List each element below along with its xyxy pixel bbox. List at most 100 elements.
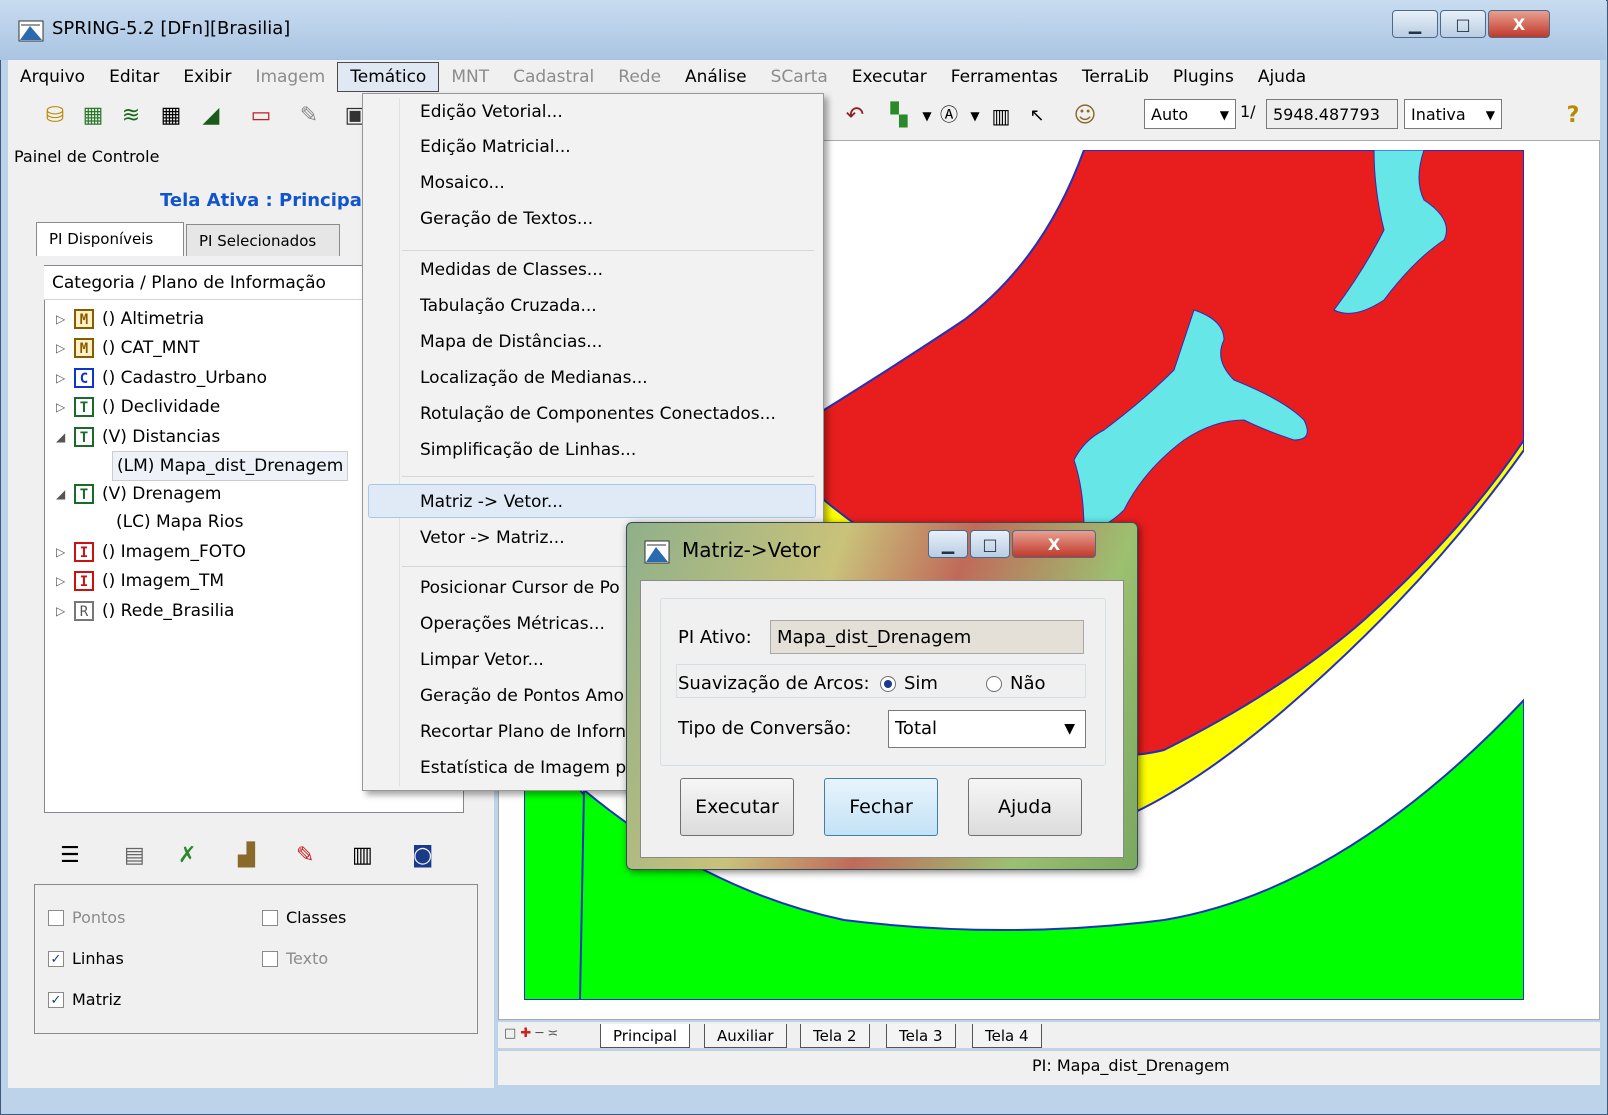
pontos-checkbox[interactable]: Pontos bbox=[48, 908, 125, 927]
maximize-button[interactable]: □ bbox=[1440, 10, 1486, 38]
minimize-button[interactable]: ▁ bbox=[1392, 10, 1438, 38]
tree-item-imagem-tm[interactable]: ▷ I () Imagem_TM bbox=[56, 567, 224, 595]
cursor-plus-icon[interactable]: ↖ bbox=[1024, 103, 1050, 129]
collapse-icon[interactable]: ◢ bbox=[56, 423, 74, 451]
expand-icon[interactable]: ▷ bbox=[56, 597, 74, 625]
chart-icon[interactable]: ▟ bbox=[238, 836, 255, 876]
vector-edit-icon[interactable]: ✗ bbox=[178, 836, 196, 876]
menu-geracao-pontos[interactable]: Geração de Pontos Amo bbox=[420, 679, 624, 713]
sample-icon[interactable]: Ⓐ bbox=[936, 103, 962, 129]
tab-tela-4[interactable]: Tela 4 bbox=[972, 1024, 1042, 1048]
menu-arquivo[interactable]: Arquivo bbox=[8, 63, 97, 91]
menu-medidas-classes[interactable]: Medidas de Classes... bbox=[420, 253, 603, 287]
expand-icon[interactable]: ▷ bbox=[56, 305, 74, 333]
menu-scarta[interactable]: SCarta bbox=[759, 63, 840, 91]
list-icon[interactable]: ☰ bbox=[60, 836, 80, 876]
properties-icon[interactable]: ▥ bbox=[352, 836, 373, 876]
database-icon[interactable]: ⛁ bbox=[42, 103, 68, 129]
pencil-icon[interactable]: ✎ bbox=[296, 836, 314, 876]
layers-icon[interactable]: ≋ bbox=[118, 103, 144, 129]
chevron-down-icon[interactable]: ▼ bbox=[962, 103, 988, 129]
sim-radio[interactable]: Sim bbox=[880, 673, 938, 694]
menu-plugins[interactable]: Plugins bbox=[1161, 63, 1246, 91]
texto-checkbox[interactable]: Texto bbox=[262, 949, 328, 968]
table-icon[interactable]: ▤ bbox=[124, 836, 145, 876]
menu-mosaico[interactable]: Mosaico... bbox=[420, 166, 505, 200]
fechar-button[interactable]: Fechar bbox=[824, 778, 938, 836]
scale-input[interactable]: 5948.487793 bbox=[1266, 99, 1398, 129]
grid-icon[interactable]: ▦ bbox=[158, 103, 184, 129]
nao-radio[interactable]: Não bbox=[986, 673, 1046, 694]
matriz-checkbox[interactable]: ✓ Matriz bbox=[48, 990, 121, 1009]
executar-button[interactable]: Executar bbox=[680, 778, 794, 836]
menu-ferramentas[interactable]: Ferramentas bbox=[939, 63, 1070, 91]
help-icon[interactable]: ? bbox=[1560, 103, 1586, 129]
dialog-maximize-button[interactable]: □ bbox=[970, 530, 1010, 558]
menu-cadastral[interactable]: Cadastral bbox=[501, 63, 606, 91]
dialog-close-button[interactable]: X bbox=[1012, 530, 1096, 558]
menu-recortar-plano[interactable]: Recortar Plano de Inforn bbox=[420, 715, 626, 749]
collapse-icon[interactable]: ◢ bbox=[56, 480, 74, 508]
tree-item-altimetria[interactable]: ▷ M () Altimetria bbox=[56, 305, 204, 333]
menu-posicionar-cursor[interactable]: Posicionar Cursor de Po bbox=[420, 571, 620, 605]
menu-tabulacao-cruzada[interactable]: Tabulação Cruzada... bbox=[420, 289, 597, 323]
tipo-conversao-select[interactable]: Total ▼ bbox=[888, 710, 1086, 748]
scale-mode-select[interactable]: Auto ▼ bbox=[1144, 99, 1236, 129]
menu-geracao-textos[interactable]: Geração de Textos... bbox=[420, 202, 593, 236]
help-icon[interactable]: ◙ bbox=[412, 836, 433, 876]
menu-rede[interactable]: Rede bbox=[606, 63, 673, 91]
classes-checkbox[interactable]: Classes bbox=[262, 908, 346, 927]
menu-rotulacao-componentes[interactable]: Rotulação de Componentes Conectados... bbox=[420, 397, 776, 431]
menu-operacoes-metricas[interactable]: Operações Métricas... bbox=[420, 607, 605, 641]
tab-principal[interactable]: Principal bbox=[600, 1024, 690, 1048]
polygon-icon[interactable]: ◢ bbox=[198, 103, 224, 129]
tab-pi-disponiveis[interactable]: PI Disponíveis bbox=[36, 222, 184, 256]
expand-icon[interactable]: ▷ bbox=[56, 364, 74, 392]
menu-editar[interactable]: Editar bbox=[97, 63, 171, 91]
tab-tela-3[interactable]: Tela 3 bbox=[886, 1024, 956, 1048]
tree-item-cat-mnt[interactable]: ▷ M () CAT_MNT bbox=[56, 334, 200, 362]
menu-localizacao-medianas[interactable]: Localização de Medianas... bbox=[420, 361, 648, 395]
menu-ajuda[interactable]: Ajuda bbox=[1246, 63, 1318, 91]
ajuda-button[interactable]: Ajuda bbox=[968, 778, 1082, 836]
menu-terralib[interactable]: TerraLib bbox=[1070, 63, 1161, 91]
menu-exibir[interactable]: Exibir bbox=[171, 63, 243, 91]
tab-auxiliar[interactable]: Auxiliar bbox=[704, 1024, 787, 1048]
tree-item-declividade[interactable]: ▷ T () Declividade bbox=[56, 393, 220, 421]
menu-limpar-vetor[interactable]: Limpar Vetor... bbox=[420, 643, 544, 677]
image-stack-icon[interactable]: ▦ bbox=[80, 103, 106, 129]
menu-vetor-matriz[interactable]: Vetor -> Matriz... bbox=[420, 521, 565, 555]
rectangle-icon[interactable]: ▭ bbox=[248, 103, 274, 129]
tab-tela-2[interactable]: Tela 2 bbox=[800, 1024, 870, 1048]
menu-edicao-matricial[interactable]: Edição Matricial... bbox=[420, 130, 571, 164]
expand-icon[interactable]: ▷ bbox=[56, 334, 74, 362]
tree-item-drenagem[interactable]: ◢ T (V) Drenagem bbox=[56, 480, 221, 508]
menu-mapa-distancias[interactable]: Mapa de Distâncias... bbox=[420, 325, 602, 359]
undo-arrow-icon[interactable]: ↶ bbox=[842, 103, 868, 129]
tab-nav-icons[interactable]: □ ✚ ─ ≍ bbox=[504, 1026, 558, 1041]
tree-item-mapa-rios[interactable]: (LC) Mapa Rios bbox=[116, 508, 244, 536]
histogram-icon[interactable]: ▥ bbox=[988, 103, 1014, 129]
palette-icon[interactable]: ☺ bbox=[1072, 103, 1098, 129]
state-select[interactable]: Inativa ▼ bbox=[1404, 99, 1502, 129]
close-button[interactable]: X bbox=[1488, 10, 1550, 38]
menu-imagem[interactable]: Imagem bbox=[243, 63, 337, 91]
expand-icon[interactable]: ▷ bbox=[56, 567, 74, 595]
tree-item-imagem-foto[interactable]: ▷ I () Imagem_FOTO bbox=[56, 538, 246, 566]
menu-edicao-vetorial[interactable]: Edição Vetorial... bbox=[420, 95, 563, 129]
menu-mnt[interactable]: MNT bbox=[439, 63, 501, 91]
tree-item-distancias[interactable]: ◢ T (V) Distancias bbox=[56, 423, 220, 451]
paint-icon[interactable]: ▚ bbox=[886, 103, 912, 129]
menu-executar[interactable]: Executar bbox=[840, 63, 939, 91]
linhas-checkbox[interactable]: ✓ Linhas bbox=[48, 949, 124, 968]
menu-estatistica-imagem[interactable]: Estatística de Imagem p bbox=[420, 751, 626, 785]
expand-icon[interactable]: ▷ bbox=[56, 393, 74, 421]
expand-icon[interactable]: ▷ bbox=[56, 538, 74, 566]
tree-item-cadastro-urbano[interactable]: ▷ C () Cadastro_Urbano bbox=[56, 364, 267, 392]
dialog-minimize-button[interactable]: ▁ bbox=[928, 530, 968, 558]
menu-tematico[interactable]: Temático bbox=[337, 61, 440, 92]
pin-icon[interactable]: ✎ bbox=[296, 103, 322, 129]
tab-pi-selecionados[interactable]: PI Selecionados bbox=[186, 224, 340, 256]
tree-item-mapa-dist-drenagem[interactable]: (LM) Mapa_dist_Drenagem bbox=[112, 451, 349, 481]
menu-analise[interactable]: Análise bbox=[673, 63, 759, 91]
